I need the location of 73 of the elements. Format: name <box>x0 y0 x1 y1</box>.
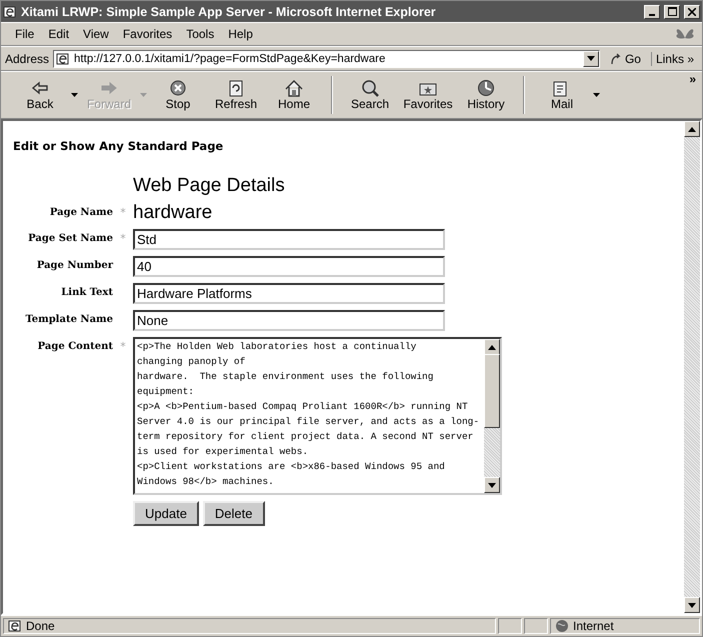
left-arrow-icon <box>30 79 50 97</box>
field-label: Page Set Name <box>27 232 113 244</box>
input-field[interactable]: Std <box>133 229 445 250</box>
toolbar-overflow[interactable]: » <box>683 72 702 86</box>
page-heading: Edit or Show Any Standard Page <box>13 139 224 153</box>
required-marker: * <box>119 205 127 219</box>
toolbar-button[interactable]: History <box>457 77 515 113</box>
house-icon <box>284 79 304 97</box>
menu-item[interactable]: Help <box>222 25 259 43</box>
field-label: Page Number <box>36 259 113 271</box>
scrollbar-thumb[interactable] <box>484 354 500 428</box>
text-area[interactable]: <p>The Holden Web laboratories host a continually changing panoply of hardware. The staple environment uses the following equipment: <p>A <b>Pentium-based Compaq Proliant 1600R</b> running NT Server 4.0 is our principal file server, and acts as a long- term repository for client project data. A second NT server is used for experimental webs. <p>Client workstations are <b>x86-based Windows 95 and Windows 98</b> machines. <box>133 337 502 495</box>
toolbar-button[interactable]: Favorites <box>399 77 457 113</box>
right-arrow-icon <box>99 79 119 97</box>
caret-icon[interactable] <box>71 93 78 97</box>
scroll-down-button[interactable] <box>684 597 700 613</box>
minimize-button[interactable] <box>644 4 660 18</box>
scroll-up-button[interactable] <box>684 121 700 137</box>
form-button[interactable]: Delete <box>202 501 264 526</box>
toolbar-button[interactable]: Back <box>11 77 69 113</box>
curved-arrow-icon <box>610 52 622 64</box>
page-icon <box>8 619 22 633</box>
form-button[interactable]: Update <box>133 501 199 526</box>
links-button[interactable]: Links » <box>650 52 698 66</box>
scroll-down-button[interactable] <box>484 477 500 493</box>
menu-item[interactable]: Edit <box>42 25 76 43</box>
caret-icon[interactable] <box>593 93 600 97</box>
down-arrow-icon <box>688 602 696 608</box>
scroll-up-button[interactable] <box>484 339 500 355</box>
required-marker: * <box>119 339 127 353</box>
window-title: Xitami LRWP: Simple Sample App Server - Microsoft Internet Explorer <box>21 4 437 18</box>
go-button[interactable]: Go <box>604 52 647 66</box>
field-label: Page Name <box>48 206 113 218</box>
menu-item[interactable]: Tools <box>180 25 220 43</box>
field-label: Template Name <box>24 313 113 325</box>
form-title: Web Page Details <box>133 175 286 197</box>
address-field[interactable]: http://127.0.0.1/xitami1/?page=FormStdPage&Key=hardware <box>53 50 600 68</box>
maximize-button[interactable] <box>664 4 680 18</box>
up-arrow-icon <box>688 126 696 132</box>
field-label: Link Text <box>60 286 113 298</box>
stop-icon <box>168 79 188 97</box>
address-label: Address <box>5 52 50 66</box>
status-text: Done <box>3 618 496 634</box>
toolbar-button[interactable]: Stop <box>149 77 207 113</box>
status-pane <box>498 618 522 634</box>
status-pane <box>524 618 548 634</box>
field-label: Page Content <box>36 340 113 352</box>
menu-item[interactable]: View <box>77 25 115 43</box>
clock-icon <box>476 79 496 97</box>
page-icon <box>56 52 70 66</box>
down-arrow-icon <box>586 56 595 61</box>
close-button[interactable] <box>684 4 700 18</box>
input-field[interactable]: Hardware Platforms <box>133 283 445 304</box>
globe-icon <box>555 619 569 633</box>
input-field[interactable]: None <box>133 310 445 331</box>
toolbar-button[interactable]: Refresh <box>207 77 265 113</box>
toolbar-button[interactable]: Search <box>341 77 399 113</box>
toolbar-button[interactable]: Home <box>265 77 323 113</box>
page-name-value: hardware <box>133 202 212 223</box>
maximize-icon <box>668 7 676 16</box>
menu-item[interactable]: Favorites <box>116 25 178 43</box>
input-field[interactable]: 40 <box>133 256 445 277</box>
up-arrow-icon <box>488 344 496 350</box>
menu-item[interactable]: File <box>9 25 40 43</box>
minimize-icon <box>649 14 655 16</box>
toolbar-button[interactable]: Mail <box>533 77 591 113</box>
dropdown-button[interactable] <box>582 50 599 66</box>
down-arrow-icon <box>488 482 496 488</box>
search-icon <box>360 79 380 97</box>
browser-icon <box>3 4 17 18</box>
zone-indicator: Internet <box>550 618 700 634</box>
close-icon <box>688 8 696 16</box>
required-marker: * <box>119 231 127 245</box>
